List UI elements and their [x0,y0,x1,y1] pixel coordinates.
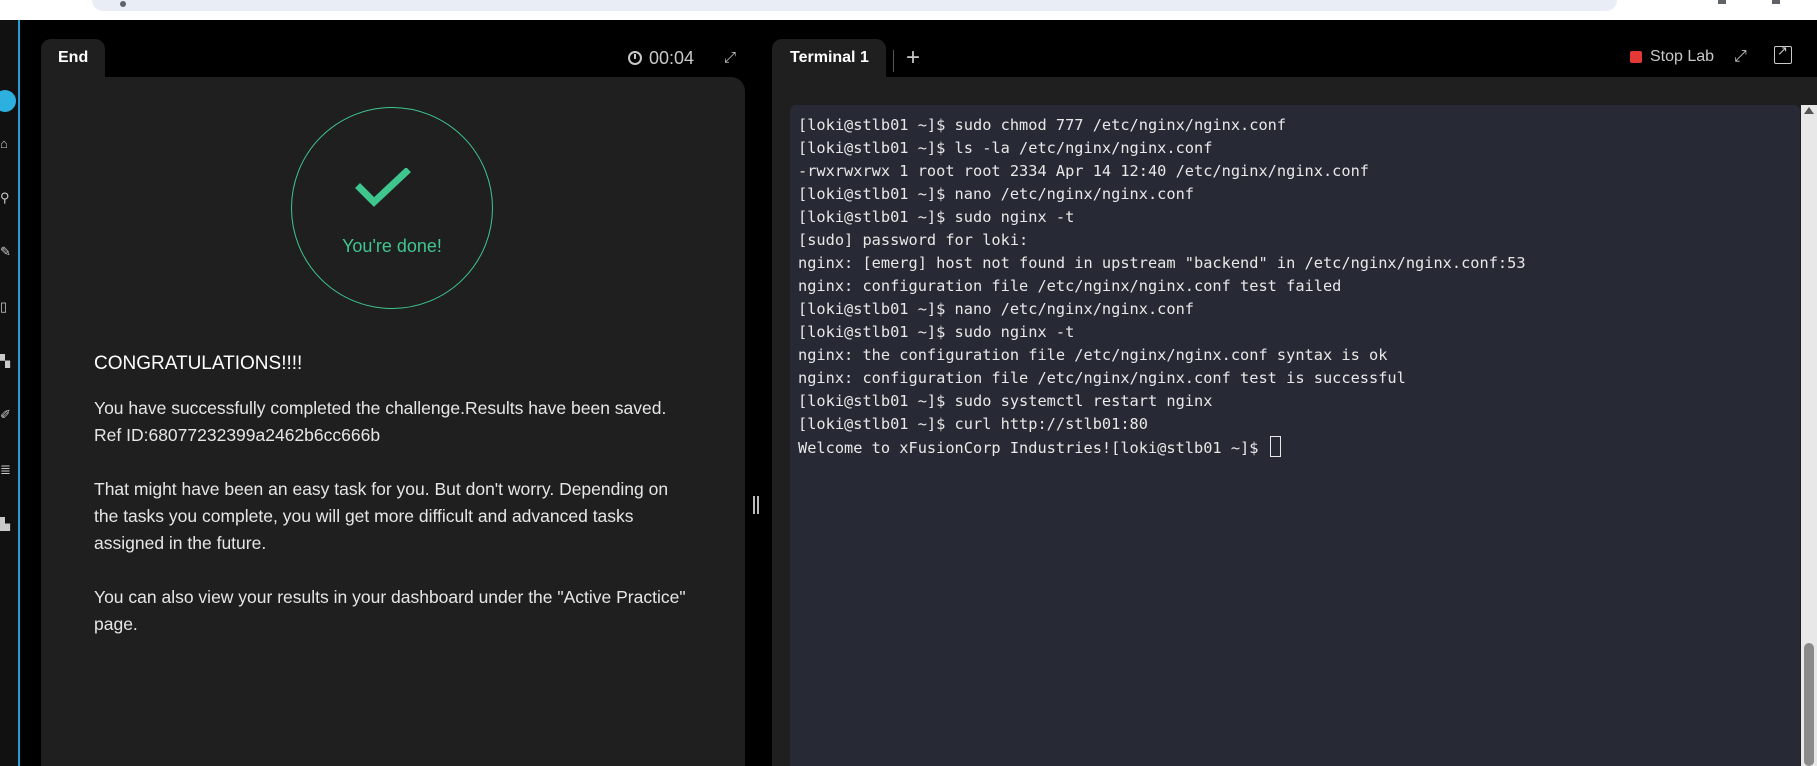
expand-icon[interactable]: ⤢ [724,49,736,66]
terminal-line-text: [loki@stlb01 ~]$ nano /etc/nginx/nginx.c… [798,185,1195,203]
terminal-line: [loki@stlb01 ~]$ sudo systemctl restart … [798,390,1526,413]
terminal-line-text: [loki@stlb01 ~]$ ls -la /etc/nginx/nginx… [798,139,1213,157]
add-tab-button[interactable]: + [906,44,920,72]
scroll-up-icon[interactable] [1804,107,1814,114]
stopwatch-icon [628,51,642,65]
nodes-icon[interactable]: ⚲ [0,191,12,205]
terminal-line-text: nginx: the configuration file /etc/nginx… [798,346,1388,364]
done-badge: You're done! [291,107,493,309]
tab-terminal-1[interactable]: Terminal 1 [772,39,886,77]
terminal-line-text: [loki@stlb01 ~]$ sudo chmod 777 /etc/ngi… [798,116,1287,134]
terminal-line: [loki@stlb01 ~]$ curl http://stlb01:80 [798,413,1526,436]
lab-timer: 00:04 [628,46,694,70]
tab-end[interactable]: End [41,39,105,77]
timer-value: 00:04 [649,47,695,68]
checkmark-icon [355,168,411,207]
terminal-line: [loki@stlb01 ~]$ sudo chmod 777 /etc/ngi… [798,114,1526,137]
terminal-line: [loki@stlb01 ~]$ ls -la /etc/nginx/nginx… [798,137,1526,160]
chart-icon[interactable]: ▙ [0,517,12,531]
home-icon[interactable]: ⌂ [0,137,12,151]
terminal-line: nginx: configuration file /etc/nginx/ngi… [798,367,1526,390]
sidebar-toggle-icon[interactable] [0,90,16,112]
dashboard-message: You can also view your results in your d… [94,587,686,634]
stop-square-icon [1630,51,1642,63]
terminal-line: [loki@stlb01 ~]$ sudo nginx -t [798,321,1526,344]
terminal-line-text: [loki@stlb01 ~]$ nano /etc/nginx/nginx.c… [798,300,1195,318]
terminal-line: nginx: the configuration file /etc/nginx… [798,344,1526,367]
terminal-line-text: [loki@stlb01 ~]$ sudo nginx -t [798,208,1075,226]
stop-lab-label: Stop Lab [1650,48,1715,65]
scrollbar-thumb[interactable] [1804,643,1814,766]
terminal-line-text: [loki@stlb01 ~]$ curl http://stlb01:80 [798,415,1148,433]
terminal-scrollbar[interactable] [1801,105,1817,766]
site-icon [120,1,126,7]
edit-icon[interactable]: ✎ [0,245,12,259]
result-message: You have successfully completed the chal… [94,398,667,445]
terminal-line-text: -rwxrwxrwx 1 root root 2334 Apr 14 12:40… [798,162,1369,180]
address-bar[interactable] [92,0,1617,11]
terminal-screen[interactable]: [loki@stlb01 ~]$ sudo chmod 777 /etc/ngi… [790,105,1800,766]
terminal-line-text: Welcome to xFusionCorp Industries![loki@… [798,439,1268,457]
terminal-line-text: [loki@stlb01 ~]$ sudo systemctl restart … [798,392,1213,410]
app-sidebar: ⌂ ⚲ ✎ ▯ ▚ ✐ ≣ ▙ [0,20,20,766]
terminal-cursor [1269,436,1281,457]
info-message: That might have been an easy task for yo… [94,479,669,553]
browser-top-bar [0,0,1817,20]
terminal-line: Welcome to xFusionCorp Industries![loki@… [798,436,1526,459]
book-icon[interactable]: ≣ [0,463,12,477]
terminal-line: [loki@stlb01 ~]$ sudo nginx -t [798,206,1526,229]
results-panel: You're done! CONGRATULATIONS!!!! You hav… [41,77,745,766]
terminal-output: [loki@stlb01 ~]$ sudo chmod 777 /etc/ngi… [798,114,1526,459]
expand-icon[interactable]: ⤢ [1734,48,1747,66]
terminal-line-text: nginx: configuration file /etc/nginx/ngi… [798,369,1406,387]
terminal-line-text: [loki@stlb01 ~]$ sudo nginx -t [798,323,1075,341]
terminal-panel: [loki@stlb01 ~]$ sudo chmod 777 /etc/ngi… [772,77,1817,766]
external-link-icon[interactable] [1774,43,1792,64]
terminal-line-text: nginx: configuration file /etc/nginx/ngi… [798,277,1342,295]
clipboard-icon[interactable]: ▯ [0,300,12,314]
notes-icon[interactable]: ✐ [0,408,12,422]
congrats-heading: CONGRATULATIONS!!!! [94,353,303,374]
terminal-line: [sudo] password for loki: [798,229,1526,252]
terminal-line-text: [sudo] password for loki: [798,231,1029,249]
terminal-line-text: nginx: [emerg] host not found in upstrea… [798,254,1526,272]
terminal-line: nginx: configuration file /etc/nginx/ngi… [798,275,1526,298]
terminal-line: nginx: [emerg] host not found in upstrea… [798,252,1526,275]
grid-icon[interactable]: ▚ [0,354,12,368]
terminal-line: [loki@stlb01 ~]$ nano /etc/nginx/nginx.c… [798,183,1526,206]
extension-icon[interactable] [1772,0,1780,4]
terminal-line: [loki@stlb01 ~]$ nano /etc/nginx/nginx.c… [798,298,1526,321]
terminal-line: -rwxrwxrwx 1 root root 2334 Apr 14 12:40… [798,160,1526,183]
extension-icon[interactable] [1718,0,1726,4]
tab-separator [893,50,894,72]
stop-lab-button[interactable]: Stop Lab [1630,48,1714,66]
done-text: You're done! [342,236,442,256]
panel-resize-handle[interactable] [752,496,760,516]
